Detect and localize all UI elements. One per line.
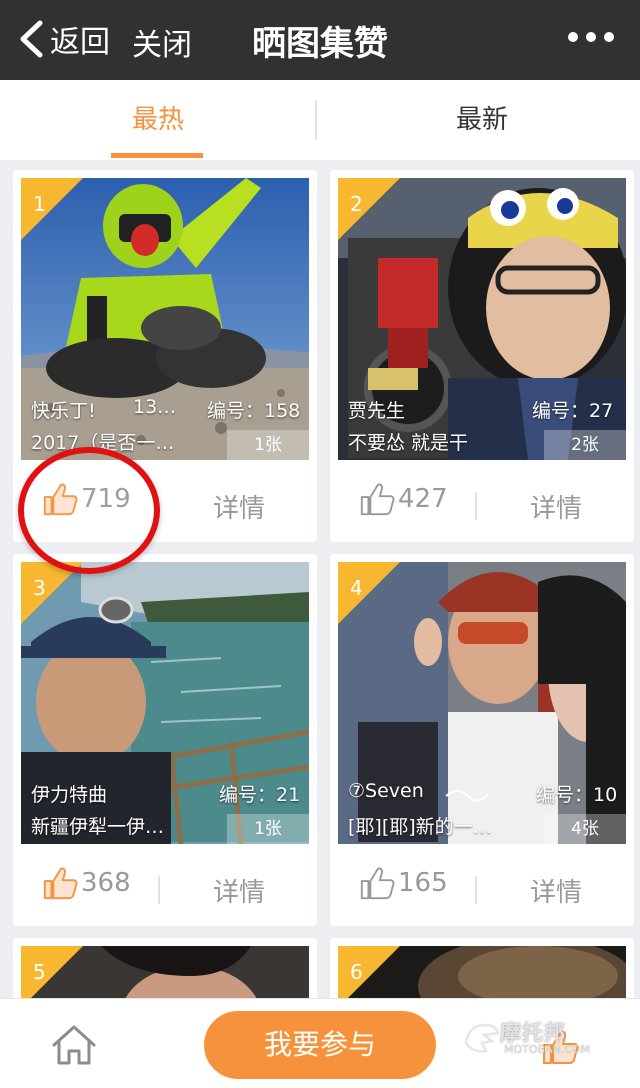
active-tab-indicator xyxy=(111,153,203,158)
rank-number: 2 xyxy=(350,192,363,216)
entry-id: 编号：10 xyxy=(536,784,618,806)
home-icon xyxy=(52,1025,96,1065)
rank-number: 6 xyxy=(350,960,363,984)
bottom-bar: 我要参与 摩托邦 MOTOBAN.COM xyxy=(0,998,640,1088)
photo-count: 4张 xyxy=(544,814,626,844)
entry-id: 编号：21 xyxy=(219,784,301,806)
like-button[interactable]: 368 xyxy=(41,864,131,902)
entry-card[interactable]: 2 贾先生 编号：27 不要怂 就是干 2张 427 详情 xyxy=(330,170,634,542)
entry-caption: 不要怂 就是干 xyxy=(348,432,469,454)
more-icon[interactable] xyxy=(568,32,614,42)
photo-count: 1张 xyxy=(227,814,309,844)
like-count: 427 xyxy=(398,484,448,514)
home-button[interactable] xyxy=(50,1023,98,1071)
join-button[interactable]: 我要参与 xyxy=(204,1011,436,1079)
thumbs-up-icon xyxy=(360,867,395,900)
entry-caption: 新疆伊犁一伊… xyxy=(31,816,165,838)
entry-id: 编号：27 xyxy=(532,400,614,422)
divider xyxy=(158,876,160,904)
decorative-swirl-icon xyxy=(445,790,489,802)
rank-corner xyxy=(338,562,400,624)
entry-id: 编号：158 xyxy=(207,400,301,422)
page-title: 晒图集赞 xyxy=(252,24,388,64)
tab-newest[interactable]: 最新 xyxy=(324,80,640,160)
helmet-logo-icon xyxy=(464,1023,500,1053)
header-bar: 返回 关闭 晒图集赞 xyxy=(0,0,640,80)
rank-number: 5 xyxy=(33,960,46,984)
rank-number: 3 xyxy=(33,576,46,600)
entry-author-extra: 13… xyxy=(133,396,177,418)
entry-caption: [耶][耶]新的一… xyxy=(348,816,492,838)
entry-author: 贾先生 xyxy=(348,400,406,422)
entry-author: 伊力特曲 xyxy=(31,784,108,806)
photo-count: 2张 xyxy=(544,430,626,460)
detail-link[interactable]: 详情 xyxy=(530,488,582,525)
entry-photo[interactable]: 3 伊力特曲 编号：21 新疆伊犁一伊… 1张 xyxy=(21,562,309,844)
rank-corner xyxy=(338,178,400,240)
thumbs-up-icon xyxy=(360,483,395,516)
tab-divider xyxy=(315,100,317,140)
highlight-circle xyxy=(18,447,160,574)
photo-count: 1张 xyxy=(227,430,309,460)
detail-link[interactable]: 详情 xyxy=(213,872,265,909)
thumbs-up-icon xyxy=(43,867,78,900)
entry-photo[interactable]: 2 贾先生 编号：27 不要怂 就是干 2张 xyxy=(338,178,626,460)
detail-link[interactable]: 详情 xyxy=(213,488,265,525)
watermark-subtext: MOTOBAN.COM xyxy=(504,1043,591,1056)
entry-photo[interactable]: 4 ⑦Seven 编号：10 [耶][耶]新的一… 4张 xyxy=(338,562,626,844)
rank-number: 4 xyxy=(350,576,363,600)
divider xyxy=(475,876,477,904)
tab-hottest[interactable]: 最热 xyxy=(0,80,316,160)
entry-card[interactable]: 3 伊力特曲 编号：21 新疆伊犁一伊… 1张 368 详情 xyxy=(13,554,317,926)
divider xyxy=(475,492,477,520)
entry-author: ⑦Seven xyxy=(348,780,424,802)
like-count: 368 xyxy=(81,868,131,898)
entry-card[interactable]: 4 ⑦Seven 编号：10 [耶][耶]新的一… 4张 165 详情 xyxy=(330,554,634,926)
like-button[interactable]: 165 xyxy=(358,864,448,902)
like-count: 165 xyxy=(398,868,448,898)
entry-author: 快乐丁! xyxy=(31,400,96,422)
entry-photo[interactable]: 1 快乐丁! 13… 编号：158 2017（是否一… 1张 xyxy=(21,178,309,460)
rank-corner xyxy=(21,178,83,240)
watermark: 摩托邦 MOTOBAN.COM xyxy=(460,1017,620,1067)
rank-number: 1 xyxy=(33,192,46,216)
detail-link[interactable]: 详情 xyxy=(530,872,582,909)
like-button[interactable]: 427 xyxy=(358,480,448,518)
tab-bar: 最热 最新 xyxy=(0,80,640,160)
